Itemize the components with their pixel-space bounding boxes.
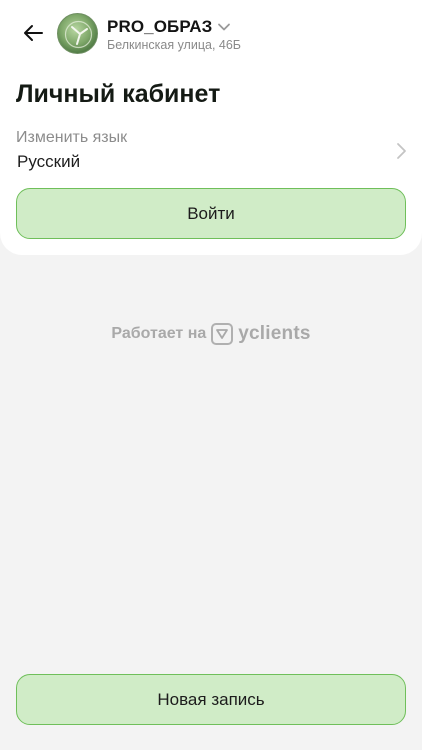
profile-card: PRO_ОБРАЗ Белкинская улица, 46Б Личный к…: [0, 0, 422, 255]
change-language-row[interactable]: Изменить язык Русский: [16, 126, 408, 176]
yclients-brand: yclients: [238, 323, 311, 344]
new-booking-button[interactable]: Новая запись: [16, 674, 406, 725]
top-header: PRO_ОБРАЗ Белкинская улица, 46Б: [0, 8, 422, 58]
logo-image: [64, 20, 93, 49]
page-title: Личный кабинет: [16, 80, 221, 108]
powered-by: Работает на yclients: [0, 320, 422, 348]
current-language-value: Русский: [17, 152, 81, 171]
yclients-logo-icon: [211, 323, 234, 345]
company-selector[interactable]: PRO_ОБРАЗ: [107, 15, 232, 39]
company-address: Белкинская улица, 46Б: [107, 38, 241, 52]
chevron-right-icon: [397, 143, 406, 159]
back-button[interactable]: [18, 20, 48, 46]
change-language-label: Изменить язык: [16, 129, 128, 146]
login-button[interactable]: Войти: [16, 188, 406, 239]
chevron-down-icon: [218, 23, 231, 31]
company-name: PRO_ОБРАЗ: [107, 17, 213, 36]
arrow-left-icon: [24, 25, 43, 41]
company-logo: [57, 13, 98, 54]
powered-by-text: Работает на: [111, 325, 207, 342]
